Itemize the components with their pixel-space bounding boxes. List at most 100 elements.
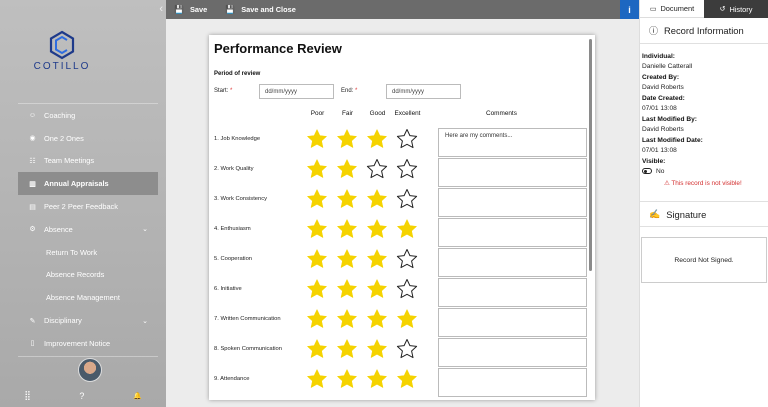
signature-box[interactable]: Record Not Signed. <box>641 237 767 283</box>
star-filled-icon[interactable] <box>306 188 328 210</box>
star-outline-icon[interactable] <box>396 128 418 150</box>
last-modified-by-value: David Roberts <box>642 126 684 133</box>
star-filled-icon[interactable] <box>306 338 328 360</box>
star-filled-icon[interactable] <box>366 128 388 150</box>
nav-item-improvement-notice[interactable]: ▯ Improvement Notice <box>18 332 158 355</box>
nav-item-annual-appraisals[interactable]: ▥ Annual Appraisals <box>18 172 158 196</box>
avatar[interactable] <box>78 358 102 382</box>
star-filled-icon[interactable] <box>336 188 358 210</box>
star-filled-icon[interactable] <box>366 368 388 390</box>
star-filled-icon[interactable] <box>306 218 328 240</box>
nav-item-absence-management[interactable]: Absence Management <box>18 286 158 309</box>
star-filled-icon[interactable] <box>336 128 358 150</box>
nav-item-absence[interactable]: ⚙ Absence ⌄ <box>18 218 158 241</box>
end-date-input[interactable]: dd/mm/yyyy <box>386 84 461 99</box>
comment-textarea[interactable] <box>438 218 587 247</box>
save-button[interactable]: 💾 Save <box>174 5 207 14</box>
comment-textarea[interactable] <box>438 188 587 217</box>
collapse-sidebar-icon[interactable]: ‹ <box>159 3 163 15</box>
logo-text: COTILLO <box>33 61 91 72</box>
comment-textarea[interactable] <box>438 158 587 187</box>
save-and-close-button[interactable]: 💾 Save and Close <box>225 5 296 14</box>
tab-label: History <box>729 4 753 14</box>
star-filled-icon[interactable] <box>336 368 358 390</box>
star-outline-icon[interactable] <box>396 248 418 270</box>
star-filled-icon[interactable] <box>306 248 328 270</box>
comment-textarea[interactable] <box>438 308 587 337</box>
nav-item-coaching[interactable]: ☺ Coaching <box>18 104 158 127</box>
criterion-label: 9. Attendance <box>214 376 250 382</box>
nav-item-label: Disciplinary <box>44 316 82 326</box>
comment-textarea[interactable] <box>438 338 587 367</box>
bell-icon[interactable]: 🔔 <box>133 392 142 400</box>
comment-textarea[interactable] <box>438 248 587 277</box>
nav-item-label: Team Meetings <box>44 156 95 166</box>
star-filled-icon[interactable] <box>396 218 418 240</box>
star-outline-icon[interactable] <box>396 188 418 210</box>
info-button[interactable]: i <box>620 0 639 19</box>
tab-history[interactable]: ↺ History <box>704 0 768 18</box>
star-filled-icon[interactable] <box>336 308 358 330</box>
star-filled-icon[interactable] <box>336 338 358 360</box>
star-filled-icon[interactable] <box>336 218 358 240</box>
document-icon: ▭ <box>649 5 657 13</box>
criterion-label: 3. Work Consistency <box>214 196 268 202</box>
star-filled-icon[interactable] <box>306 308 328 330</box>
nav-item-peer-2-peer-feedback[interactable]: ▤ Peer 2 Peer Feedback <box>18 195 158 218</box>
nav-item-one-2-ones[interactable]: ◉ One 2 Ones <box>18 127 158 150</box>
visible-toggle[interactable] <box>642 168 652 175</box>
document-icon: ▯ <box>30 340 35 348</box>
wrench-icon: ✎ <box>29 317 36 325</box>
required-mark: * <box>230 88 233 94</box>
start-date-input[interactable]: dd/mm/yyyy <box>259 84 334 99</box>
coaching-icon: ☺ <box>28 111 37 119</box>
required-mark: * <box>355 88 358 94</box>
history-icon: ↺ <box>719 6 726 13</box>
section-title: Signature <box>666 208 707 220</box>
star-filled-icon[interactable] <box>306 158 328 180</box>
one-2-ones-icon: ◉ <box>29 135 36 143</box>
comment-textarea[interactable]: Here are my comments... <box>438 128 587 157</box>
nav-item-disciplinary[interactable]: ✎ Disciplinary ⌄ <box>18 309 158 332</box>
star-filled-icon[interactable] <box>336 278 358 300</box>
help-icon[interactable]: ? <box>79 391 84 401</box>
star-filled-icon[interactable] <box>306 278 328 300</box>
star-outline-icon[interactable] <box>396 338 418 360</box>
criterion-label: 5. Cooperation <box>214 256 253 262</box>
end-label: End: * <box>341 88 357 94</box>
comment-textarea[interactable] <box>438 368 587 397</box>
star-filled-icon[interactable] <box>366 188 388 210</box>
star-outline-icon[interactable] <box>396 158 418 180</box>
star-filled-icon[interactable] <box>336 248 358 270</box>
nav-item-label: Coaching <box>44 110 76 120</box>
star-filled-icon[interactable] <box>306 368 328 390</box>
star-filled-icon[interactable] <box>366 338 388 360</box>
star-filled-icon[interactable] <box>366 248 388 270</box>
nav-item-label: Absence Records <box>46 270 105 280</box>
star-filled-icon[interactable] <box>366 278 388 300</box>
star-filled-icon[interactable] <box>306 128 328 150</box>
star-filled-icon[interactable] <box>366 308 388 330</box>
star-filled-icon[interactable] <box>396 308 418 330</box>
nav-divider <box>18 356 158 357</box>
comment-textarea[interactable] <box>438 278 587 307</box>
star-filled-icon[interactable] <box>396 368 418 390</box>
save-icon: 💾 <box>225 5 236 14</box>
nav-item-team-meetings[interactable]: ☷ Team Meetings <box>18 150 158 173</box>
column-header-fair: Fair <box>341 110 353 117</box>
start-label: Start: * <box>214 88 232 94</box>
record-information-header: ⓘ Record Information <box>640 18 768 44</box>
nav-item-absence-records[interactable]: Absence Records <box>18 264 158 287</box>
nav-item-return-to-work[interactable]: Return To Work <box>18 241 158 264</box>
star-outline-icon[interactable] <box>396 278 418 300</box>
info-circle-icon: ⓘ <box>649 26 659 36</box>
tab-document[interactable]: ▭ Document <box>640 0 704 18</box>
nav-item-label: Return To Work <box>46 247 98 257</box>
star-filled-icon[interactable] <box>336 158 358 180</box>
star-outline-icon[interactable] <box>366 158 388 180</box>
toolbar: 💾 Save 💾 Save and Close <box>166 0 620 19</box>
star-filled-icon[interactable] <box>366 218 388 240</box>
document-scrollbar[interactable] <box>589 39 592 271</box>
nav-item-label: Annual Appraisals <box>44 179 109 189</box>
grid-icon[interactable]: ⣿ <box>24 390 31 401</box>
